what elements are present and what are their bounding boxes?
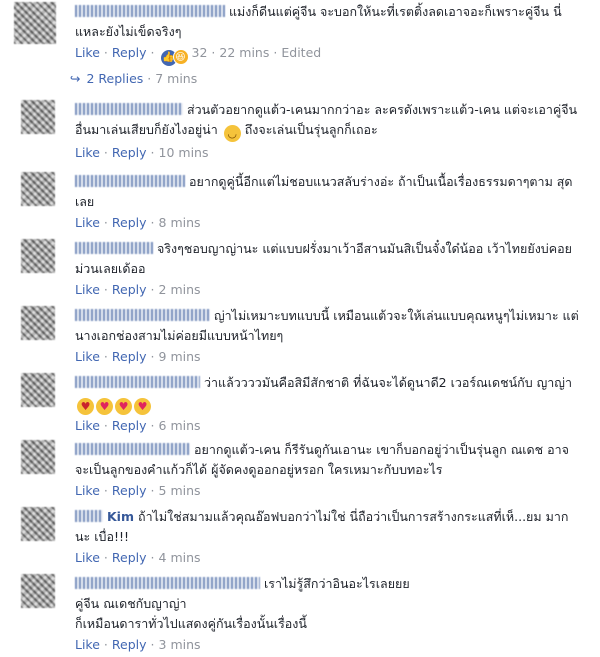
comment-text: ส่วนตัวอยากดูแต้ว-เคนมากกว่าอะ ละครดังเพ… <box>75 102 578 142</box>
author-name[interactable] <box>75 175 185 187</box>
comment-actions: Like · Reply · 8 mins <box>75 215 201 230</box>
avatar[interactable] <box>21 100 55 134</box>
smile-emoji-icon: ◡ <box>223 125 241 142</box>
like-button[interactable]: Like <box>75 145 100 160</box>
avatar[interactable] <box>21 306 55 340</box>
haha-reaction-icon[interactable]: 😆 <box>172 49 189 65</box>
comment-text: เราไม่รู้สึกว่าอินอะไรเลยยย คู่จีน ณเดชก… <box>75 576 410 631</box>
like-button[interactable]: Like <box>75 45 100 60</box>
comment-actions: Like · Reply · 👍😆 32 · 22 mins · Edited <box>75 44 582 66</box>
reply-button[interactable]: Reply <box>112 483 147 498</box>
reply-button[interactable]: Reply <box>112 215 147 230</box>
reply-button[interactable]: Reply <box>112 550 147 565</box>
avatar[interactable] <box>21 373 55 407</box>
reply-button[interactable]: Reply <box>112 282 147 297</box>
like-button[interactable]: Like <box>75 550 100 565</box>
avatar[interactable] <box>21 507 55 541</box>
author-name[interactable] <box>75 376 200 388</box>
avatar[interactable] <box>21 239 55 273</box>
comment-text: ว่าแล้ววววมันคือสิมีสักชาติ ที่ฉันจะได้ด… <box>75 373 582 415</box>
comment-actions: Like · Reply · 10 mins <box>75 145 209 160</box>
like-button[interactable]: Like <box>75 418 100 433</box>
avatar[interactable] <box>21 574 55 608</box>
heart-eyes-emoji-icon: ♥ <box>115 398 132 415</box>
avatar[interactable] <box>14 2 56 44</box>
reply-button[interactable]: Reply <box>112 45 147 60</box>
comment-actions: Like · Reply · 5 mins <box>75 483 201 498</box>
kiss-emoji-icon: ♥ <box>77 398 94 415</box>
avatar[interactable] <box>21 440 55 474</box>
comment-text: อยากดูคู่นี้อีกแต่ไม่ชอบแนวสลับร่างอ่ะ ถ… <box>75 174 573 209</box>
replies-link[interactable]: 2 Replies <box>86 71 143 86</box>
like-button[interactable]: Like <box>75 282 100 297</box>
like-button[interactable]: Like <box>75 483 100 498</box>
author-name[interactable] <box>75 443 190 455</box>
comment-text: แม่งก็ดีนแต่คู่จีน จะบอกให้นะที่เรตติ้งล… <box>75 4 562 39</box>
timestamp[interactable]: 6 mins <box>159 418 201 433</box>
timestamp[interactable]: 8 mins <box>159 215 201 230</box>
replies-toggle[interactable]: ↪ 2 Replies · 7 mins <box>70 70 197 88</box>
reply-button[interactable]: Reply <box>112 637 147 652</box>
reply-arrow-icon: ↪ <box>70 71 81 86</box>
like-button[interactable]: Like <box>75 637 100 652</box>
like-button[interactable]: Like <box>75 215 100 230</box>
timestamp[interactable]: 9 mins <box>159 349 201 364</box>
reaction-count[interactable]: 32 <box>192 45 208 60</box>
reply-button[interactable]: Reply <box>112 145 147 160</box>
timestamp[interactable]: 5 mins <box>159 483 201 498</box>
author-name[interactable] <box>75 242 153 254</box>
author-name[interactable] <box>75 510 103 522</box>
avatar[interactable] <box>21 172 55 206</box>
timestamp[interactable]: 2 mins <box>159 282 201 297</box>
comment-actions: Like · Reply · 3 mins <box>75 637 201 652</box>
author-name[interactable] <box>75 5 225 17</box>
timestamp[interactable]: 22 mins <box>219 45 269 60</box>
replies-timestamp[interactable]: 7 mins <box>155 71 197 86</box>
like-button[interactable]: Like <box>75 349 100 364</box>
comment-text: Kim ถ้าไม่ใช่สมามแล้วคุณอ๊อฟบอกว่าไม่ใช่ … <box>75 509 569 544</box>
author-name[interactable] <box>75 103 183 115</box>
comment-actions: Like · Reply · 2 mins <box>75 282 201 297</box>
timestamp[interactable]: 4 mins <box>159 550 201 565</box>
author-name[interactable] <box>75 309 210 321</box>
comment-actions: Like · Reply · 9 mins <box>75 349 201 364</box>
author-name-visible[interactable]: Kim <box>107 509 134 524</box>
reply-button[interactable]: Reply <box>112 418 147 433</box>
comment-text: จริงๆชอบญาญ่านะ แต่แบบฝรั่งมาเว้าอีสานมั… <box>75 241 572 276</box>
heart-eyes-emoji-icon: ♥ <box>96 398 113 415</box>
edited-label[interactable]: Edited <box>281 45 321 60</box>
heart-eyes-emoji-icon: ♥ <box>134 398 151 415</box>
timestamp[interactable]: 10 mins <box>159 145 209 160</box>
comment-actions: Like · Reply · 6 mins <box>75 418 201 433</box>
comment-actions: Like · Reply · 4 mins <box>75 550 201 565</box>
timestamp[interactable]: 3 mins <box>159 637 201 652</box>
author-name[interactable] <box>75 577 260 589</box>
comment-text: อยากดูแต้ว-เคน ก็รีรันดูกันเอานะ เขาก็บอ… <box>75 442 569 477</box>
reply-button[interactable]: Reply <box>112 349 147 364</box>
comment-text: ญ่าไม่เหมาะบทแบบนี้ เหมือนแต้วจะให้เล่นแ… <box>75 308 579 343</box>
